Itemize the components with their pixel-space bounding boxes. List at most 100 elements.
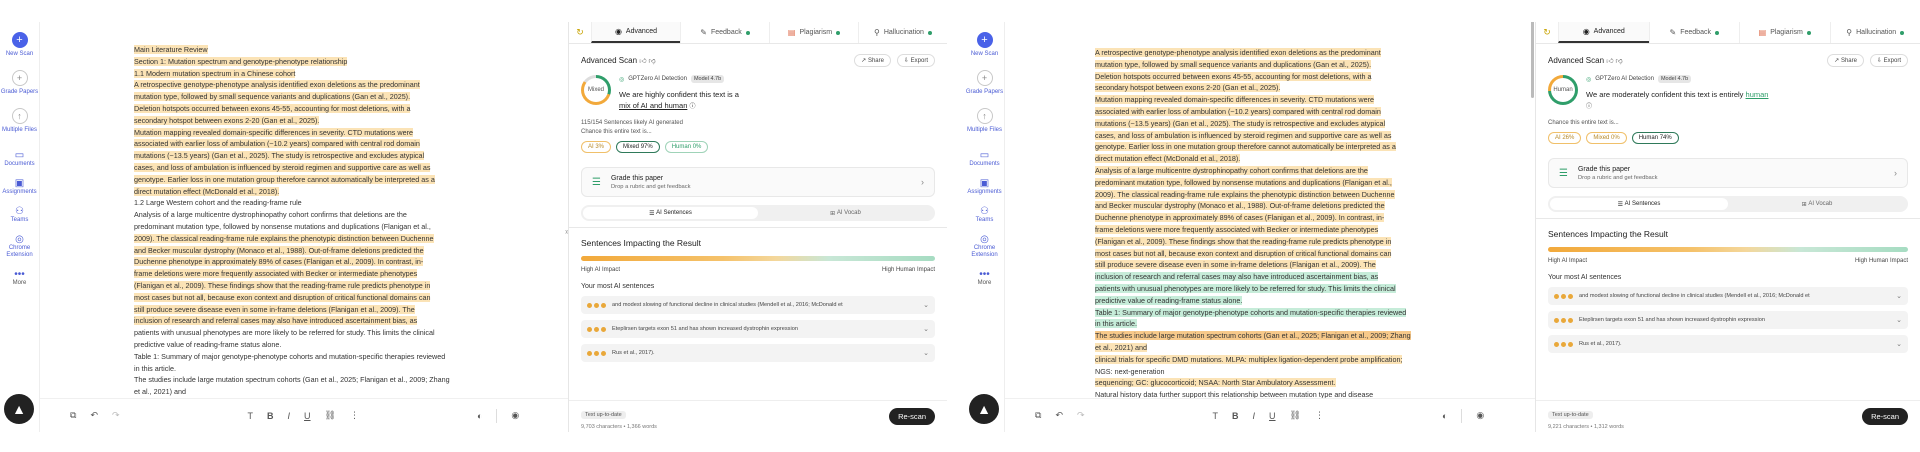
checklist-icon: ☰ xyxy=(592,176,601,188)
teams-button[interactable]: ⚇ Teams xyxy=(0,207,39,224)
doc-line: Analysis of a large multicentre dystroph… xyxy=(134,210,407,220)
undo-icon[interactable]: ↶ xyxy=(1055,410,1063,421)
human-pill[interactable]: Human 74% xyxy=(1631,132,1679,144)
assistant-logo-icon[interactable]: ▲ xyxy=(4,394,34,424)
multiple-files-button[interactable]: ↑ Multiple Files xyxy=(0,108,39,134)
italic-icon[interactable]: I xyxy=(1253,411,1256,421)
human-pill[interactable]: Human 0% xyxy=(664,141,709,153)
grade-papers-button[interactable]: + Grade Papers xyxy=(0,70,39,96)
assignments-button[interactable]: ▣ Assignments xyxy=(965,179,1004,196)
share-button[interactable]: ↗ Share xyxy=(1827,54,1864,67)
upload-icon: ↑ xyxy=(976,108,993,124)
view-toggle: ☰ AI Sentences ⊞ AI Vocab xyxy=(581,205,935,221)
text-style-icon[interactable]: T xyxy=(248,411,254,421)
doc-line: 1.2 Large Western cohort and the reading… xyxy=(134,198,302,208)
documents-button[interactable]: ▭ Documents xyxy=(965,151,1004,168)
teams-icon: ⚇ xyxy=(980,206,989,217)
doc-line: in this article. xyxy=(1095,319,1137,329)
ai-sentences-toggle[interactable]: ☰ AI Sentences xyxy=(1550,198,1728,210)
new-scan-button[interactable]: + New Scan xyxy=(965,32,1004,58)
ai-vocab-toggle[interactable]: ⊞ AI Vocab xyxy=(1728,198,1906,210)
chevron-down-icon: ⌄ xyxy=(1896,341,1902,348)
assignments-button[interactable]: ▣ Assignments xyxy=(0,178,39,196)
doc-line: et al., 2021) and xyxy=(1095,342,1147,352)
new-scan-button[interactable]: + New Scan xyxy=(0,32,39,58)
bold-icon[interactable]: B xyxy=(267,411,274,421)
ai-pill[interactable]: AI 26% xyxy=(1548,132,1582,144)
record-icon[interactable]: ◉ xyxy=(1476,410,1484,421)
more-options-icon[interactable]: ⋮ xyxy=(350,410,359,421)
export-button[interactable]: ⇩ Export xyxy=(1869,54,1908,67)
mixed-pill[interactable]: Mixed 97% xyxy=(616,141,660,153)
ai-sentence-item[interactable]: and modest slowing of functional decline… xyxy=(1548,287,1908,305)
document-scrollbar[interactable] xyxy=(1531,22,1534,98)
doc-line: mutations (~13.5 years) (Gan et al., 202… xyxy=(134,151,425,161)
doc-line: patients with unusual phenotypes are mor… xyxy=(1095,283,1396,293)
toggle-icon[interactable]: ◐ xyxy=(1442,411,1447,421)
grade-papers-button[interactable]: + Grade Papers xyxy=(965,70,1004,96)
doc-line: Deletion hotspots occurred between exons… xyxy=(134,103,411,113)
doc-line: 2009). The classical reading-frame rule … xyxy=(134,233,434,243)
chrome-extension-button[interactable]: ◎ Chrome Extension xyxy=(0,235,39,259)
ai-sentence-item[interactable]: Rus et al., 2017). ⌄ xyxy=(581,344,935,362)
ai-vocab-toggle[interactable]: ⊞ AI Vocab xyxy=(758,207,933,219)
chevron-down-icon: ⌄ xyxy=(923,326,929,333)
assignment-icon: ▣ xyxy=(14,178,25,189)
tab-plagiarism[interactable]: ▤ Plagiarism xyxy=(769,22,858,43)
ai-sentences-toggle[interactable]: ☰ AI Sentences xyxy=(583,207,758,219)
grade-paper-card[interactable]: ☰ Grade this paper Drop a rubric and get … xyxy=(1548,158,1908,188)
refresh-icon[interactable]: ↻ xyxy=(569,22,591,43)
underline-icon[interactable]: U xyxy=(304,411,311,421)
scan-panel: ↻ ◉ Advanced ✎ Feedback ▤ Plagiarism ⚲ Hallu… xyxy=(1535,22,1920,432)
record-icon[interactable]: ◉ xyxy=(511,410,519,421)
redo-icon[interactable]: ↷ xyxy=(1077,410,1085,421)
undo-icon[interactable]: ↶ xyxy=(90,410,98,421)
chrome-extension-button[interactable]: ◎ Chrome Extension xyxy=(965,235,1004,259)
info-icon: ⓘ xyxy=(1586,104,1593,110)
ai-sentence-item[interactable]: and modest slowing of functional decline… xyxy=(581,296,935,314)
copy-icon[interactable]: ⧉ xyxy=(1035,410,1041,421)
plus-outline-icon: + xyxy=(976,70,993,86)
underline-icon[interactable]: U xyxy=(1269,411,1276,421)
grade-paper-card[interactable]: ☰ Grade this paper Drop a rubric and get … xyxy=(581,167,935,197)
ai-sentence-item[interactable]: Eteplirsen targets exon 51 and has shown… xyxy=(1548,311,1908,329)
share-button[interactable]: ↗ Share xyxy=(854,54,891,67)
document-editor[interactable]: A retrospective genotype-phenotype analy… xyxy=(1095,47,1450,398)
document-editor[interactable]: Main Literature Review Section 1: Mutatio… xyxy=(134,44,474,398)
export-button[interactable]: ⇩ Export xyxy=(896,54,935,67)
rescan-button[interactable]: Re-scan xyxy=(889,408,935,425)
tab-advanced[interactable]: ◉ Advanced xyxy=(591,22,680,43)
ai-sentence-item[interactable]: Eteplirsen targets exon 51 and has shown… xyxy=(581,320,935,338)
more-options-icon[interactable]: ⋮ xyxy=(1315,410,1324,421)
doc-line: clinical trials for specific DMD mutatio… xyxy=(1095,354,1403,364)
tab-hallucination[interactable]: ⚲ Hallucination xyxy=(858,22,947,43)
toggle-icon[interactable]: ◐ xyxy=(477,411,482,421)
bold-icon[interactable]: B xyxy=(1232,411,1239,421)
text-style-icon[interactable]: T xyxy=(1213,411,1219,421)
more-button[interactable]: ••• More xyxy=(965,270,1004,287)
tab-plagiarism[interactable]: ▤ Plagiarism xyxy=(1739,22,1830,43)
ai-pill[interactable]: AI 3% xyxy=(581,141,612,153)
mixed-pill[interactable]: Mixed 0% xyxy=(1586,132,1627,144)
tab-feedback[interactable]: ✎ Feedback xyxy=(680,22,769,43)
doc-line: still produce severe disease even in som… xyxy=(134,304,415,314)
impact-bar xyxy=(581,256,935,261)
refresh-icon[interactable]: ↻ xyxy=(1536,22,1558,43)
rescan-button[interactable]: Re-scan xyxy=(1862,408,1908,425)
status-dot xyxy=(836,30,841,35)
italic-icon[interactable]: I xyxy=(288,411,291,421)
more-button[interactable]: ••• More xyxy=(0,270,39,287)
link-icon[interactable]: ⛓ xyxy=(325,410,336,421)
assistant-logo-icon[interactable]: ▲ xyxy=(969,394,999,424)
documents-button[interactable]: ▭ Documents xyxy=(0,151,39,168)
copy-icon[interactable]: ⧉ xyxy=(70,410,76,421)
tab-advanced[interactable]: ◉ Advanced xyxy=(1558,22,1649,43)
multiple-files-button[interactable]: ↑ Multiple Files xyxy=(965,108,1004,134)
redo-icon[interactable]: ↷ xyxy=(112,410,120,421)
tab-hallucination[interactable]: ⚲ Hallucination xyxy=(1829,22,1920,43)
new-scan-label: New Scan xyxy=(5,51,34,57)
tab-feedback[interactable]: ✎ Feedback xyxy=(1648,22,1740,43)
teams-button[interactable]: ⚇ Teams xyxy=(965,206,1004,224)
ai-sentence-item[interactable]: Rus et al., 2017). ⌄ xyxy=(1548,335,1908,353)
link-icon[interactable]: ⛓ xyxy=(1290,410,1301,421)
